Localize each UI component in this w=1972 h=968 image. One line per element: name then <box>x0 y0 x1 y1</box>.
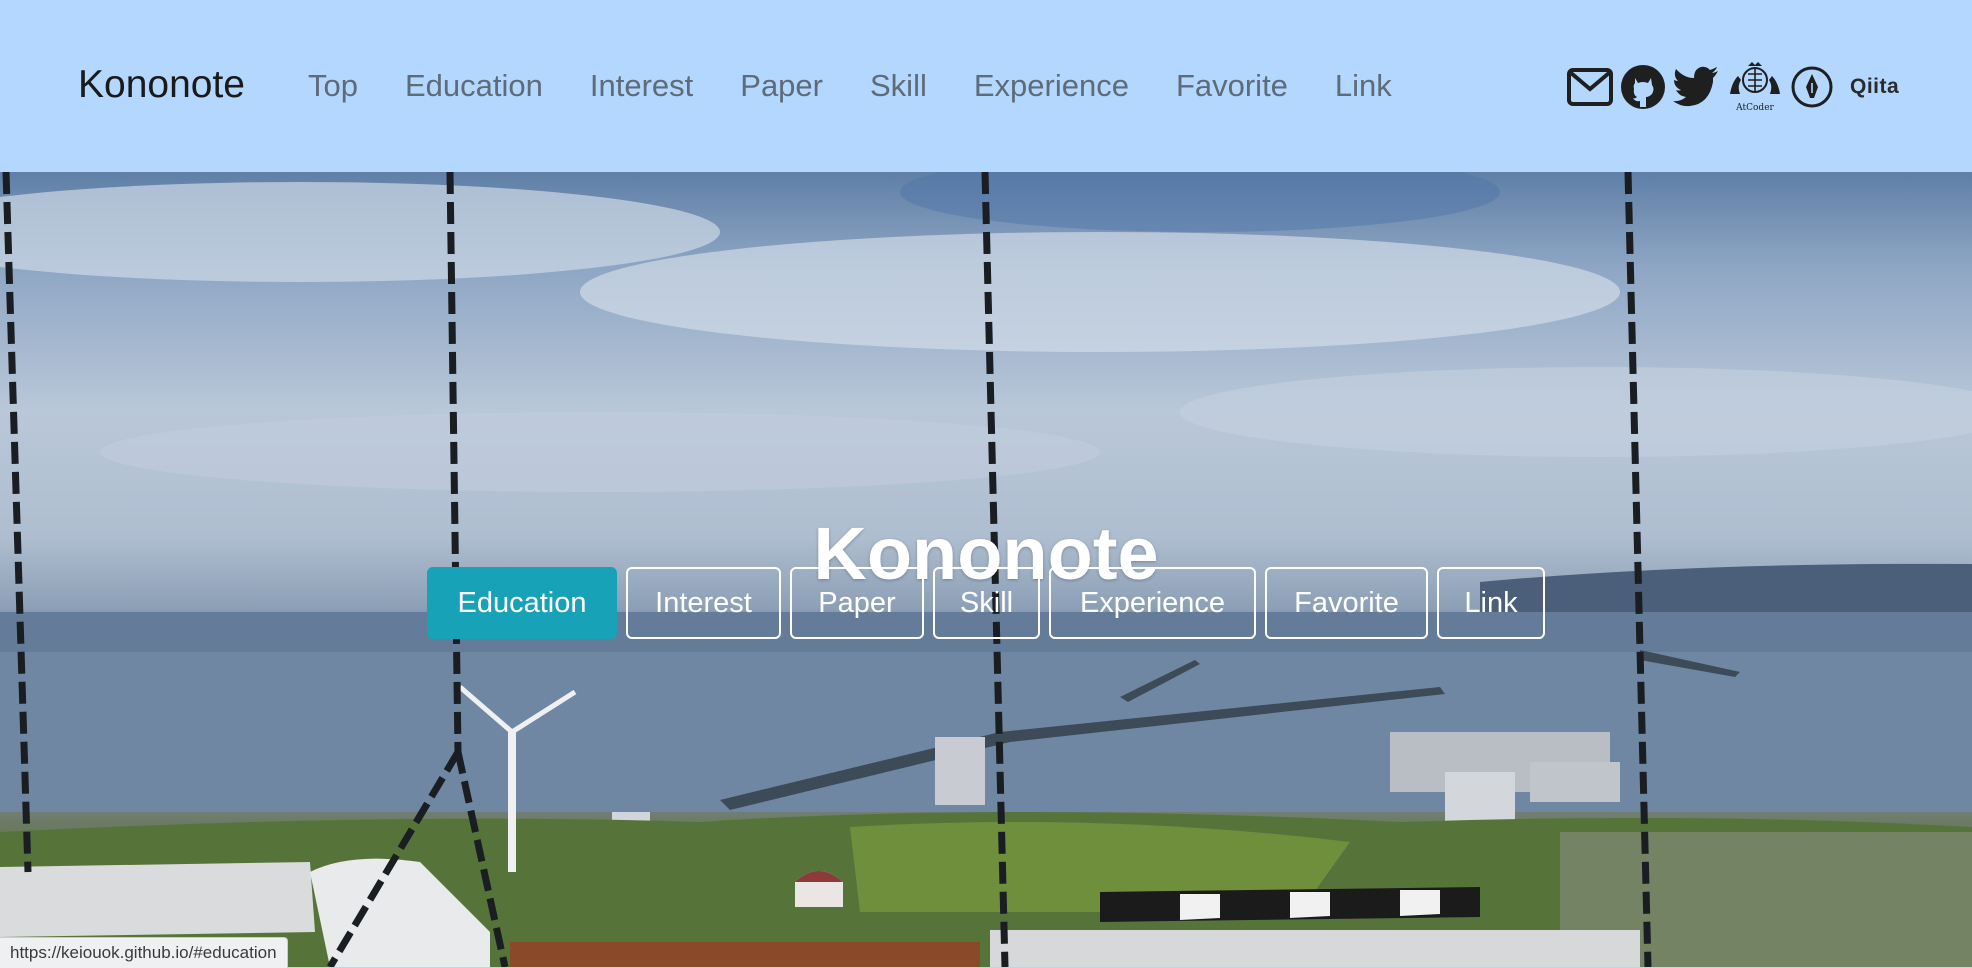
hero-button-link[interactable]: Link <box>1437 567 1545 639</box>
nav-link-favorite[interactable]: Favorite <box>1176 64 1288 108</box>
hero-button-experience[interactable]: Experience <box>1049 567 1256 639</box>
hero-button-paper[interactable]: Paper <box>790 567 924 639</box>
nav-link-interest[interactable]: Interest <box>590 64 693 108</box>
hero-section: Kononote Education Interest Paper Skill … <box>0 172 1972 967</box>
status-bar-url: https://keiouok.github.io/#education <box>0 937 288 968</box>
hero-button-skill[interactable]: Skill <box>933 567 1040 639</box>
nav-links: Top Education Interest Paper Skill Exper… <box>308 64 1439 108</box>
hero-button-group: Education Interest Paper Skill Experienc… <box>427 567 1554 639</box>
github-icon[interactable] <box>1620 64 1666 110</box>
hero-button-education[interactable]: Education <box>427 567 617 639</box>
twitter-icon[interactable] <box>1672 66 1720 108</box>
nav-link-education[interactable]: Education <box>405 64 543 108</box>
nav-link-paper[interactable]: Paper <box>740 64 823 108</box>
nav-link-skill[interactable]: Skill <box>870 64 927 108</box>
pen-icon[interactable] <box>1790 65 1834 109</box>
atcoder-caption: AtCoder <box>1735 103 1774 113</box>
navbar: Kononote Top Education Interest Paper Sk… <box>0 0 1972 172</box>
hero-button-favorite[interactable]: Favorite <box>1265 567 1428 639</box>
qiita-icon[interactable]: Qiita <box>1850 75 1899 99</box>
nav-link-link[interactable]: Link <box>1335 64 1392 108</box>
social-icons: AtCoder Qiita <box>1566 60 1905 114</box>
nav-link-top[interactable]: Top <box>308 64 358 108</box>
nav-link-experience[interactable]: Experience <box>974 64 1129 108</box>
mail-icon[interactable] <box>1566 67 1614 107</box>
brand-link[interactable]: Kononote <box>78 62 245 108</box>
hero-button-interest[interactable]: Interest <box>626 567 781 639</box>
atcoder-icon[interactable]: AtCoder <box>1726 60 1784 114</box>
